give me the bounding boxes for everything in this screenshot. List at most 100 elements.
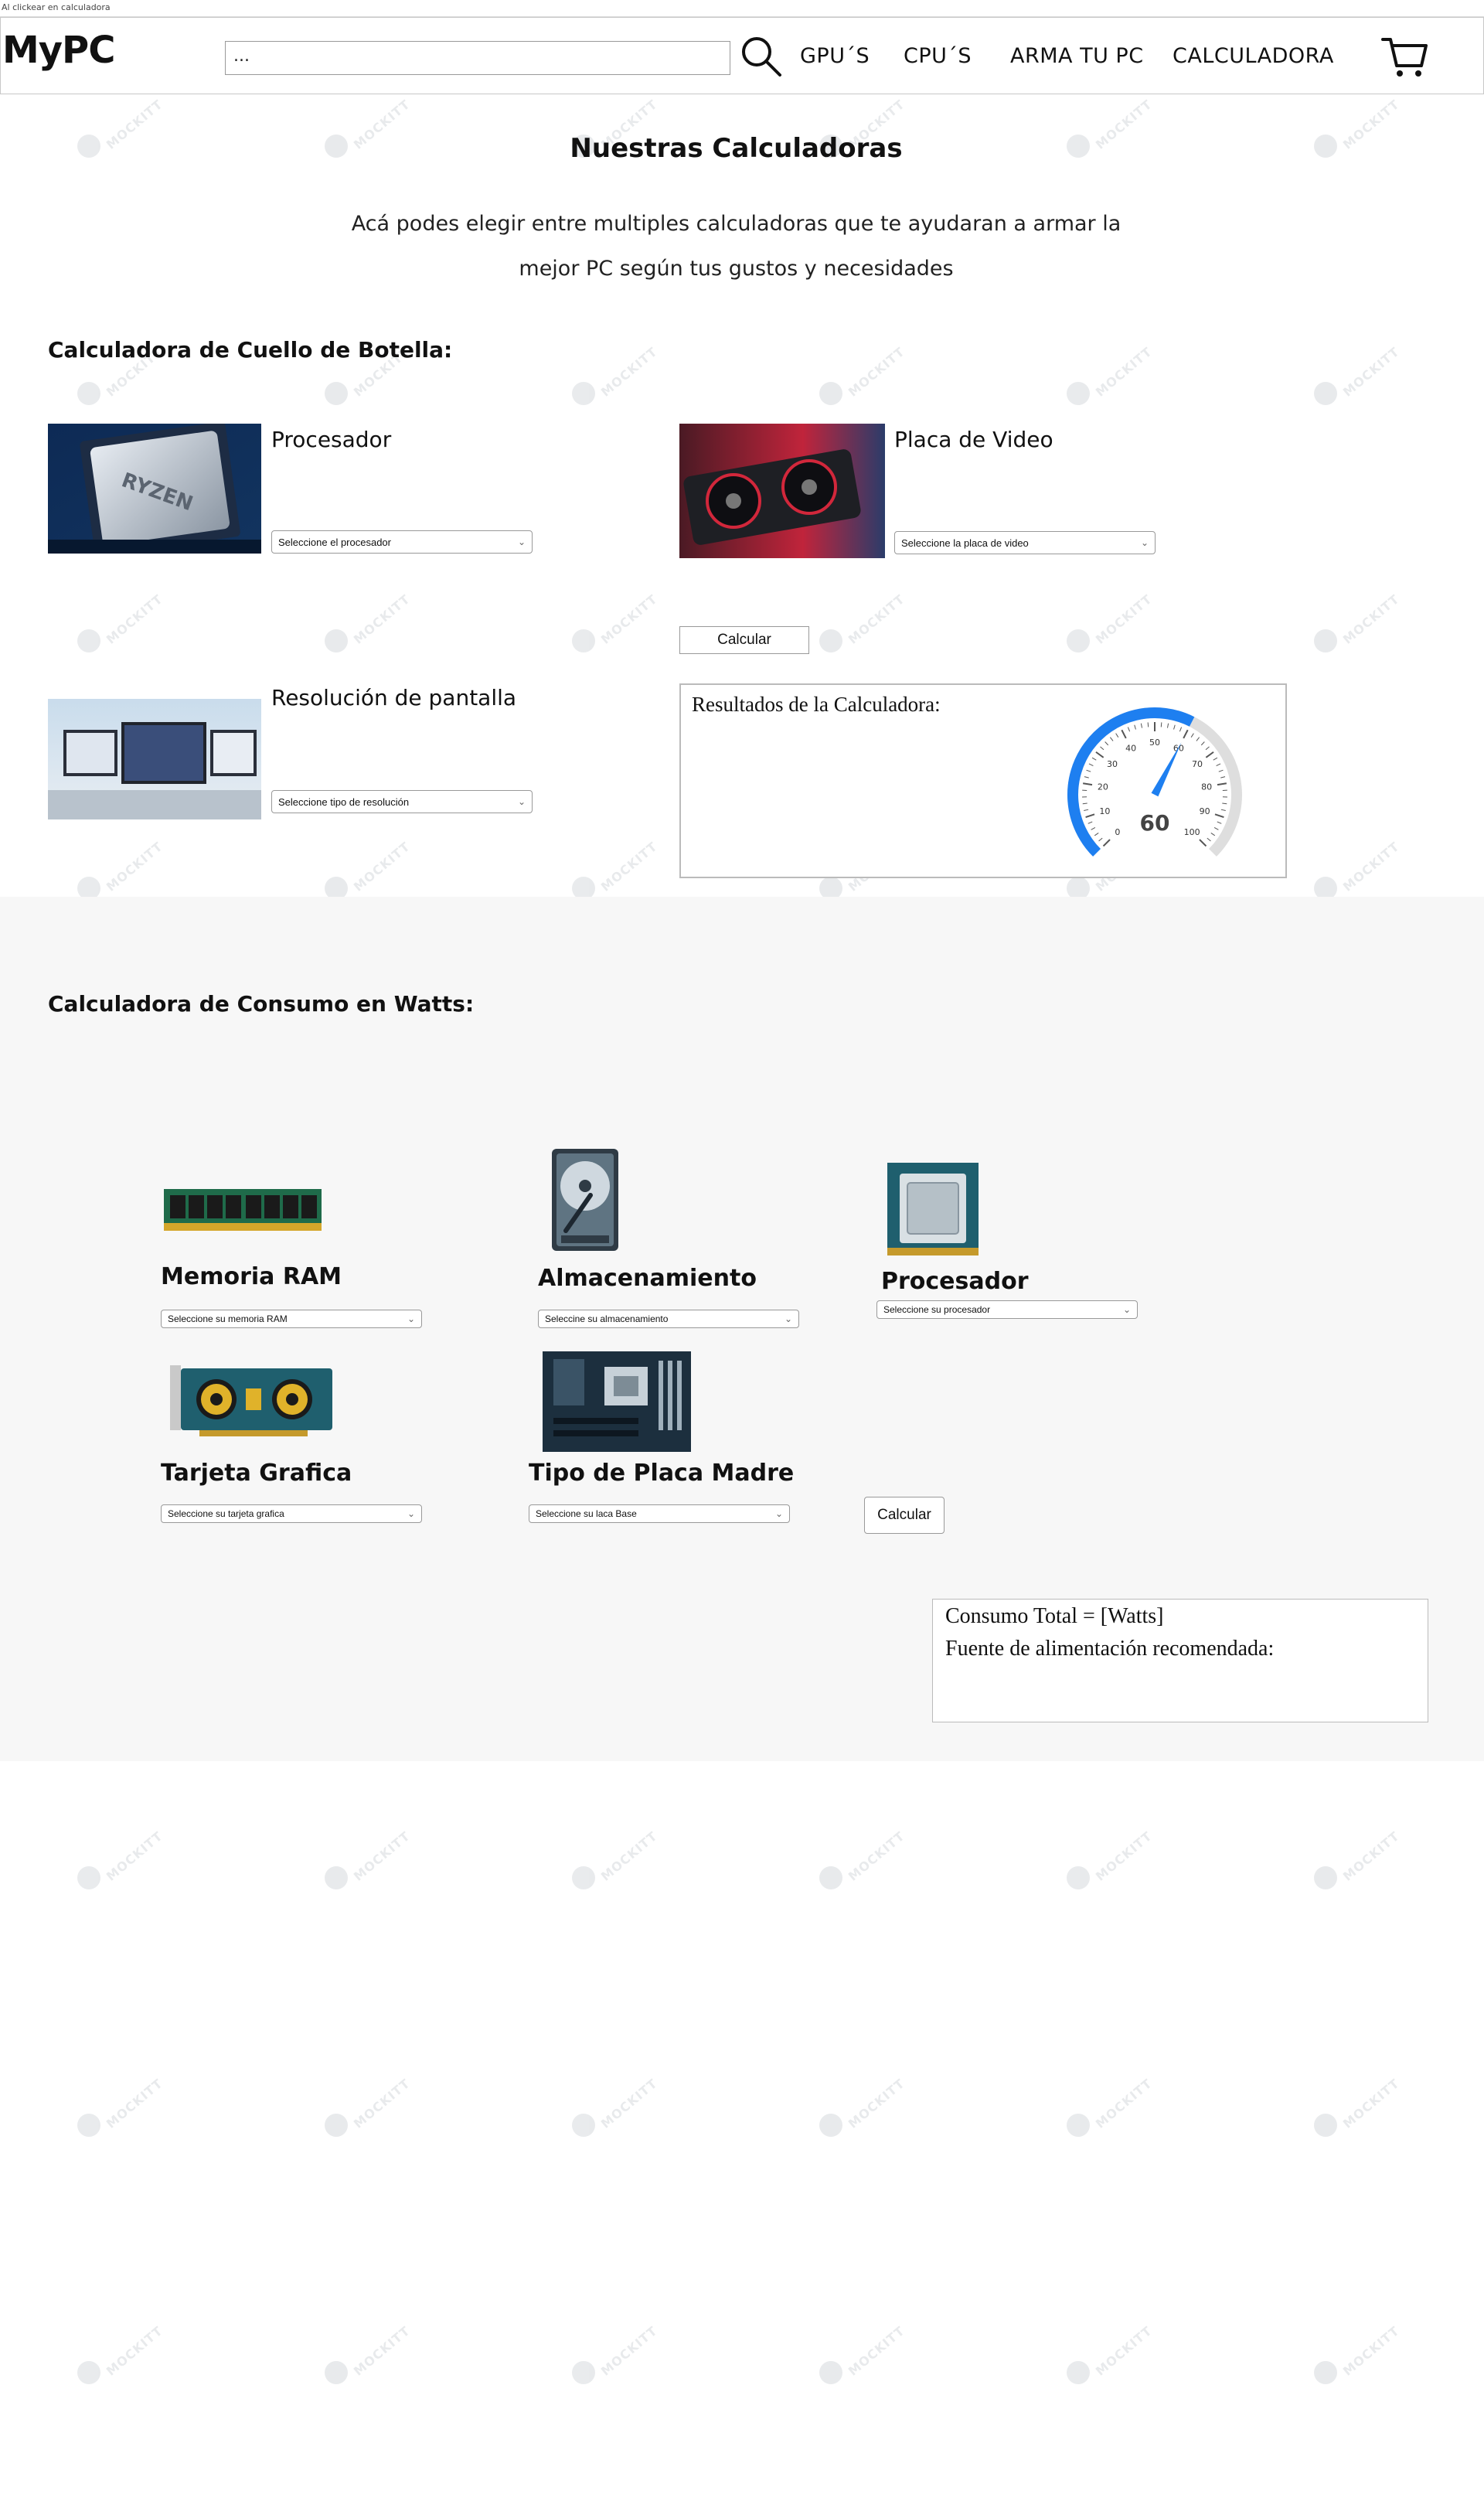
gauge-tick-label: 20	[1098, 782, 1108, 792]
gauge-minor-tick	[1218, 769, 1224, 772]
chevron-down-icon: ⌄	[407, 1313, 415, 1324]
gauge-minor-tick	[1100, 746, 1104, 751]
graphics-card-select[interactable]: Seleccione su tarjeta grafica ⌄	[161, 1504, 422, 1523]
intro-line-2: mejor PC según tus gustos y necesidades	[519, 257, 954, 281]
chevron-down-icon: ⌄	[774, 1508, 783, 1519]
watermark-text: MOCKITT	[1339, 2323, 1403, 2379]
ram-select[interactable]: Seleccione su memoria RAM ⌄	[161, 1310, 422, 1328]
watermark-logo-icon	[1314, 1866, 1337, 1889]
watermark: MOCKITT	[819, 1828, 920, 1894]
watermark: MOCKITT	[572, 591, 672, 657]
watermark-text: MOCKITT	[1339, 591, 1403, 647]
gauge-minor-tick	[1091, 826, 1096, 830]
watermark-logo-icon	[77, 2114, 100, 2137]
nav-calculadora[interactable]: CALCULADORA	[1173, 44, 1334, 68]
bottleneck-calc-button[interactable]: Calcular	[679, 626, 809, 654]
watermark-text: MOCKITT	[845, 344, 908, 400]
gauge-minor-tick	[1084, 776, 1089, 779]
gauge-minor-tick	[1134, 724, 1136, 730]
chevron-down-icon: ⌄	[517, 796, 526, 807]
watermark: MOCKITT	[325, 2323, 425, 2389]
processor-select[interactable]: Seleccione el procesador ⌄	[271, 530, 533, 554]
watermark-logo-icon	[325, 1866, 348, 1889]
watermark: MOCKITT	[572, 2323, 672, 2389]
watts-calc-button[interactable]: Calcular	[864, 1497, 945, 1534]
watermark-logo-icon	[819, 1866, 842, 1889]
gauge-major-tick	[1102, 839, 1111, 847]
cart-icon[interactable]	[1381, 35, 1429, 80]
logo[interactable]: MyPC	[2, 29, 115, 72]
watts-title: Calculadora de Consumo en Watts:	[48, 991, 475, 1017]
watermark: MOCKITT	[1067, 1828, 1167, 1894]
watermark: MOCKITT	[819, 344, 920, 410]
gpu-photo	[679, 424, 885, 558]
ram-image	[164, 1187, 322, 1232]
gauge-minor-tick	[1109, 737, 1114, 741]
gauge-minor-tick	[1091, 757, 1097, 761]
chevron-down-icon: ⌄	[1122, 1304, 1131, 1315]
watermark-text: MOCKITT	[103, 2076, 166, 2131]
watermark-text: MOCKITT	[597, 591, 661, 647]
watermark: MOCKITT	[1314, 2076, 1414, 2141]
search-input[interactable]: ...	[225, 41, 730, 75]
watermark-logo-icon	[572, 2361, 595, 2384]
gauge-minor-tick	[1086, 769, 1091, 772]
watermark-text: MOCKITT	[1092, 2076, 1156, 2131]
storage-image	[550, 1147, 620, 1252]
search-icon[interactable]	[740, 35, 783, 78]
watermark-text: MOCKITT	[350, 1828, 414, 1884]
gauge-minor-tick	[1207, 837, 1211, 842]
cpu-select[interactable]: Seleccione su procesador ⌄	[876, 1300, 1138, 1319]
watermark-text: MOCKITT	[1092, 2323, 1156, 2379]
gauge-value: 60	[1140, 810, 1170, 836]
resolution-select[interactable]: Seleccione tipo de resolución ⌄	[271, 790, 533, 813]
watermark-text: MOCKITT	[350, 591, 414, 647]
watermark: MOCKITT	[1067, 2076, 1167, 2141]
watermark: MOCKITT	[77, 1828, 178, 1894]
watermark-text: MOCKITT	[597, 344, 661, 400]
nav-arma-tu-pc[interactable]: ARMA TU PC	[1010, 44, 1144, 68]
watermark-logo-icon	[325, 2361, 348, 2384]
motherboard-select[interactable]: Seleccione su laca Base ⌄	[529, 1504, 790, 1523]
graphics-card-label: Tarjeta Grafica	[161, 1460, 352, 1487]
gauge-major-tick	[1083, 782, 1093, 786]
watermark: MOCKITT	[325, 591, 425, 657]
top-note: Al clickear en calculadora	[0, 0, 1484, 17]
gauge-tick-label: 10	[1099, 806, 1110, 816]
nav-gpus[interactable]: GPU´S	[800, 44, 870, 68]
watermark-text: MOCKITT	[597, 1828, 661, 1884]
gauge-major-tick	[1183, 729, 1189, 739]
gauge-minor-tick	[1213, 757, 1218, 761]
recommended-psu: Fuente de alimentación recomendada:	[945, 1637, 1275, 1661]
watermark-logo-icon	[1067, 2361, 1090, 2384]
watermark-text: MOCKITT	[1339, 1828, 1403, 1884]
resolution-photo	[48, 699, 261, 819]
chevron-down-icon: ⌄	[517, 537, 526, 547]
watermark-text: MOCKITT	[845, 591, 908, 647]
storage-select[interactable]: Seleccine su almacenamiento ⌄	[538, 1310, 799, 1328]
gauge-minor-tick	[1140, 723, 1143, 728]
gauge-tick-label: 70	[1192, 759, 1203, 769]
gauge-fill	[1067, 707, 1195, 857]
page-title: Nuestras Calculadoras	[570, 133, 903, 164]
gauge-tick-label: 100	[1184, 827, 1200, 837]
gauge-minor-tick	[1094, 833, 1099, 836]
watermark: MOCKITT	[819, 2076, 920, 2141]
gauge-tick-label: 90	[1200, 806, 1210, 816]
watermark-logo-icon	[1314, 2361, 1337, 2384]
gauge-minor-tick	[1213, 826, 1219, 830]
processor-label: Procesador	[271, 427, 392, 452]
gauge-tick-label: 40	[1125, 743, 1136, 753]
bottleneck-title: Calculadora de Cuello de Botella:	[48, 337, 453, 363]
gauge-minor-tick	[1205, 746, 1210, 751]
watermark-text: MOCKITT	[597, 2323, 661, 2379]
motherboard-image	[543, 1351, 691, 1452]
watermark: MOCKITT	[325, 344, 425, 410]
watermark: MOCKITT	[1314, 1828, 1414, 1894]
nav-cpus[interactable]: CPU´S	[904, 44, 972, 68]
gpu-select[interactable]: Seleccione la placa de video ⌄	[894, 531, 1156, 554]
watermark: MOCKITT	[819, 591, 920, 657]
watts-results-box: Consumo Total = [Watts] Fuente de alimen…	[932, 1599, 1428, 1722]
gauge-minor-tick	[1196, 737, 1200, 741]
watermark-text: MOCKITT	[1339, 344, 1403, 400]
